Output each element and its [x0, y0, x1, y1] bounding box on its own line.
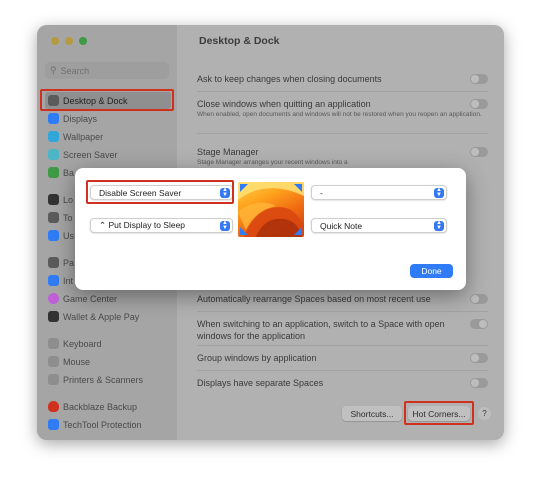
setting-label: Automatically rearrange Spaces based on … — [197, 294, 431, 304]
at-sign-icon — [48, 275, 59, 286]
dock-icon — [48, 95, 59, 106]
setting-label: Ask to keep changes when closing documen… — [197, 74, 382, 84]
printer-icon — [48, 374, 59, 385]
separate-spaces-toggle[interactable] — [470, 378, 488, 388]
minimize-window-button[interactable] — [65, 37, 73, 45]
shortcuts-button[interactable]: Shortcuts... — [342, 406, 402, 421]
setting-row: When switching to an application, switch… — [197, 319, 464, 342]
divider — [197, 91, 488, 92]
sidebar-item-label: Mouse — [63, 356, 91, 367]
group-windows-toggle[interactable] — [470, 353, 488, 363]
ask-keep-changes-toggle[interactable] — [470, 74, 488, 84]
setting-row: Automatically rearrange Spaces based on … — [197, 294, 484, 304]
search-input[interactable]: ⚲ Search — [45, 62, 169, 79]
sidebar-item-label: Wallet & Apple Pay — [63, 311, 140, 322]
setting-label: Group windows by application — [197, 353, 317, 363]
setting-label: Displays have separate Spaces — [197, 378, 324, 388]
sidebar-item-techtool[interactable]: TechTool Protection — [45, 416, 171, 433]
divider — [197, 370, 488, 371]
game-center-icon — [48, 293, 59, 304]
display-icon — [48, 113, 59, 124]
flame-icon — [48, 401, 59, 412]
chevron-up-down-icon: ▲ ▼ — [220, 187, 230, 198]
techtool-icon — [48, 419, 59, 430]
setting-row: Ask to keep changes when closing documen… — [197, 74, 484, 84]
setting-row: Stage Manager Stage Manager arranges you… — [197, 147, 484, 167]
setting-label: When switching to an application, switch… — [197, 319, 445, 341]
wallpaper-icon — [48, 131, 59, 142]
bottom-right-corner-select[interactable]: Quick Note ▲ ▼ — [311, 218, 447, 233]
setting-label: Stage Manager — [197, 147, 259, 157]
chevron-up-down-icon: ▲ ▼ — [434, 187, 444, 198]
sidebar-item-label: Int — [63, 275, 74, 286]
sidebar-item-label: Printers & Scanners — [63, 374, 144, 385]
rearrange-spaces-toggle[interactable] — [470, 294, 488, 304]
hot-corners-dialog: Disable Screen Saver ▲ ▼ - ▲ ▼ ⌃ Put Displ… — [75, 168, 466, 290]
users-icon — [48, 230, 59, 241]
done-button[interactable]: Done — [410, 264, 453, 278]
sidebar-item-backblaze[interactable]: Backblaze Backup — [45, 398, 171, 415]
chevron-up-down-icon: ▲ ▼ — [434, 220, 444, 231]
screen-saver-icon — [48, 149, 59, 160]
help-button[interactable]: ? — [478, 407, 491, 420]
setting-description: Stage Manager arranges your recent windo… — [197, 159, 348, 166]
battery-icon — [48, 167, 59, 178]
sidebar-item-label: To — [63, 212, 73, 223]
search-icon: ⚲ — [50, 65, 57, 75]
sidebar-item-label: Screen Saver — [63, 149, 118, 160]
sidebar-item-mouse[interactable]: Mouse — [45, 353, 171, 370]
chevron-up-down-icon: ▲ ▼ — [220, 220, 230, 231]
sidebar-item-label: Keyboard — [63, 338, 102, 349]
sidebar-item-wallet[interactable]: Wallet & Apple Pay — [45, 308, 171, 325]
hot-corners-button[interactable]: Hot Corners... — [408, 406, 470, 421]
switch-space-toggle[interactable] — [470, 319, 488, 329]
mouse-icon — [48, 356, 59, 367]
sidebar-item-label: Backblaze Backup — [63, 401, 138, 412]
setting-row: Group windows by application — [197, 353, 484, 363]
setting-row: Displays have separate Spaces — [197, 378, 484, 388]
bottom-left-corner-select[interactable]: ⌃ Put Display to Sleep ▲ ▼ — [90, 218, 233, 233]
select-value: - — [320, 187, 323, 198]
search-placeholder: Search — [60, 65, 90, 76]
sidebar-item-desktop-dock[interactable]: Desktop & Dock — [45, 92, 171, 109]
sidebar-item-wallpaper[interactable]: Wallpaper — [45, 128, 171, 145]
zoom-window-button[interactable] — [79, 37, 87, 45]
lock-icon — [48, 194, 59, 205]
sidebar-item-label: Wallpaper — [63, 131, 104, 142]
divider — [197, 133, 488, 134]
stage-manager-toggle[interactable] — [470, 147, 488, 157]
select-value: Quick Note — [320, 220, 363, 231]
traffic-lights — [51, 37, 87, 45]
keyboard-icon — [48, 338, 59, 349]
sidebar-item-label: Game Center — [63, 293, 118, 304]
top-right-corner-select[interactable]: - ▲ ▼ — [311, 185, 447, 200]
sidebar-item-game-center[interactable]: Game Center — [45, 290, 171, 307]
close-windows-toggle[interactable] — [470, 99, 488, 109]
wallet-icon — [48, 311, 59, 322]
sidebar-item-label: TechTool Protection — [63, 419, 142, 430]
sidebar-item-label: Pa — [63, 257, 75, 268]
select-value: ⌃ Put Display to Sleep — [99, 220, 186, 230]
divider — [197, 345, 488, 346]
setting-description: When enabled, open documents and windows… — [197, 111, 482, 118]
divider — [197, 311, 488, 312]
sidebar-item-screen-saver[interactable]: Screen Saver — [45, 146, 171, 163]
sidebar-item-keyboard[interactable]: Keyboard — [45, 335, 171, 352]
sidebar-item-label: Desktop & Dock — [63, 95, 128, 106]
sidebar-item-displays[interactable]: Displays — [45, 110, 171, 127]
page-title: Desktop & Dock — [199, 35, 280, 47]
setting-row: Close windows when quitting an applicati… — [197, 99, 484, 119]
select-value: Disable Screen Saver — [99, 187, 182, 198]
key-icon — [48, 257, 59, 268]
desktop-preview-image — [238, 182, 304, 237]
fingerprint-icon — [48, 212, 59, 223]
sidebar-item-printers[interactable]: Printers & Scanners — [45, 371, 171, 388]
sidebar-item-label: Ba — [63, 167, 75, 178]
sidebar-item-label: Displays — [63, 113, 98, 124]
sidebar-item-label: Us — [63, 230, 74, 241]
top-left-corner-select[interactable]: Disable Screen Saver ▲ ▼ — [90, 185, 233, 200]
close-window-button[interactable] — [51, 37, 59, 45]
sidebar-item-label: Lo — [63, 194, 74, 205]
setting-label: Close windows when quitting an applicati… — [197, 99, 371, 109]
